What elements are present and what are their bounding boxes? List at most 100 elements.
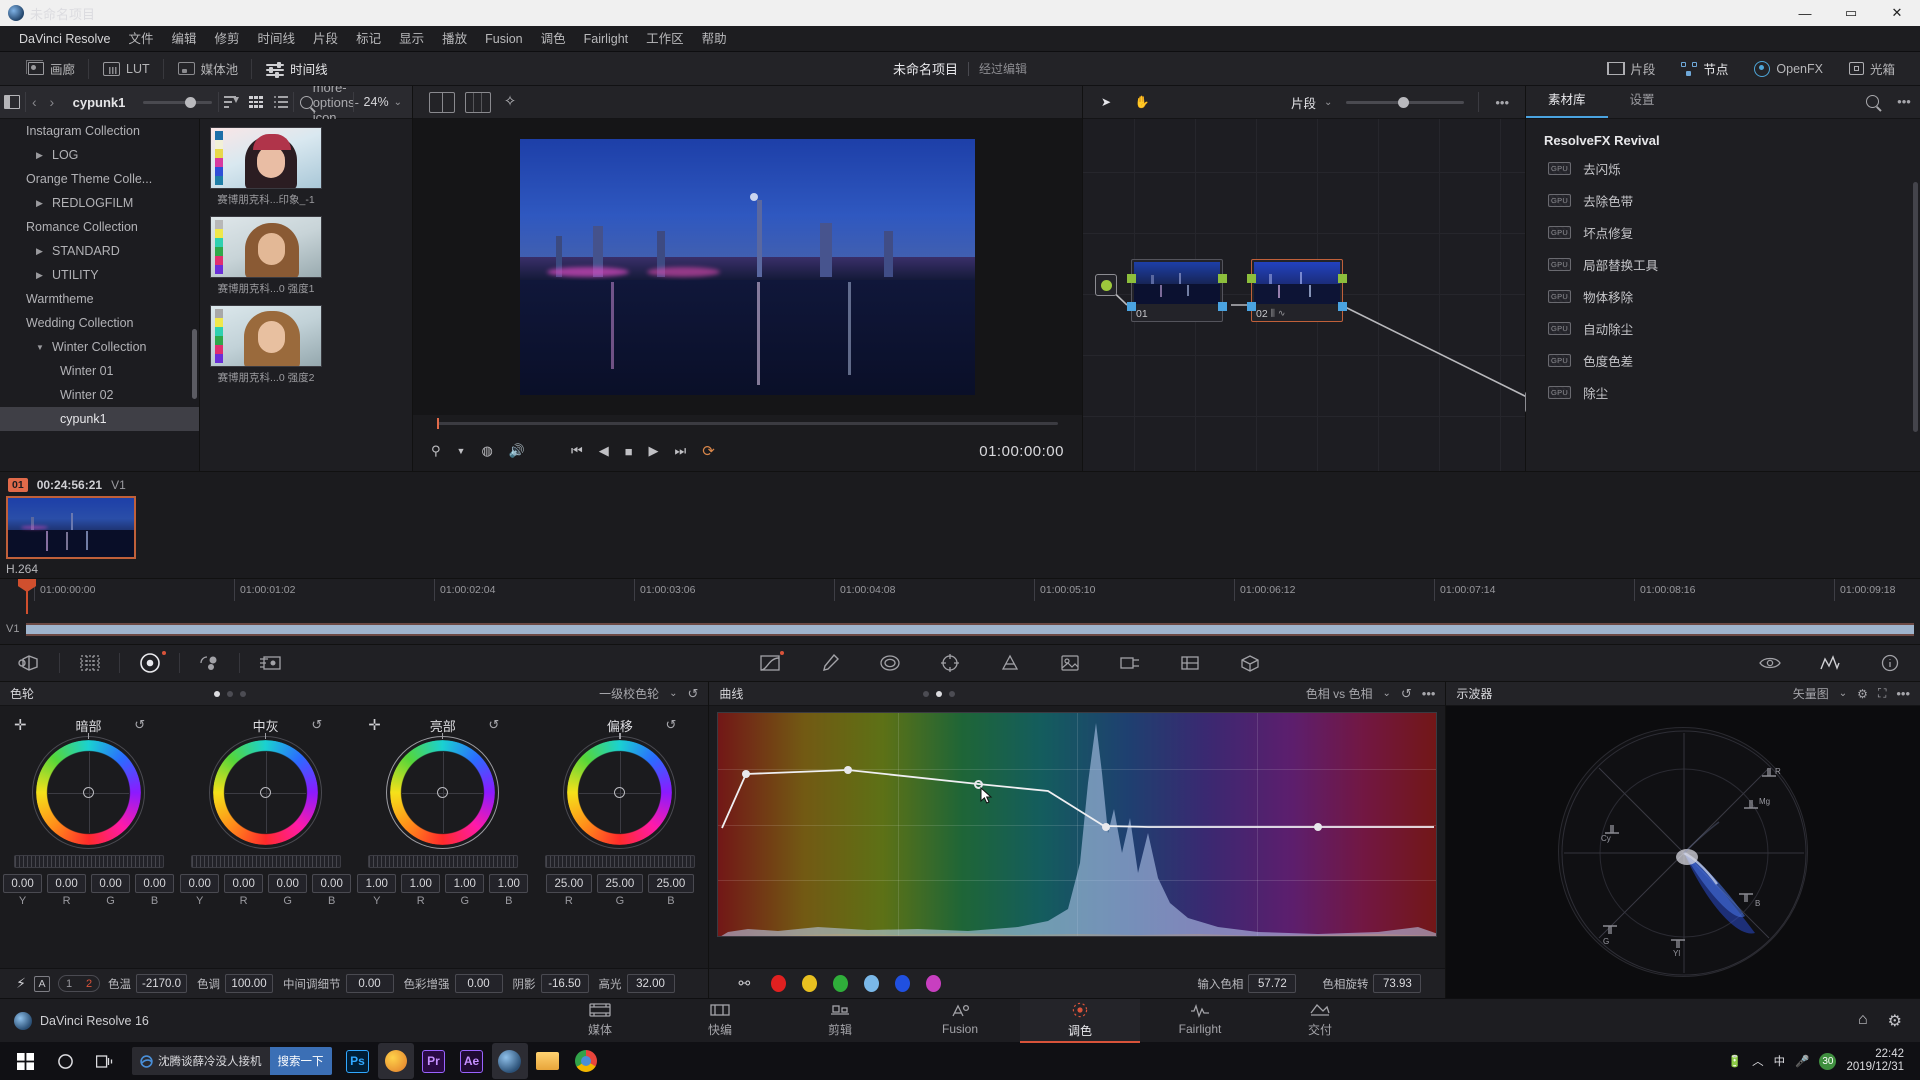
list-item[interactable]: Warmtheme bbox=[0, 287, 199, 311]
list-item[interactable]: 赛博朋克科...印象_-1 bbox=[210, 127, 322, 207]
page-dot[interactable] bbox=[214, 690, 221, 697]
timeline-clip-bar[interactable] bbox=[26, 622, 1914, 636]
list-item-selected[interactable]: cypunk1 bbox=[0, 407, 199, 431]
swatch-cyan[interactable] bbox=[864, 975, 880, 992]
fx-search-button[interactable] bbox=[1856, 85, 1888, 118]
tab-effects-library[interactable]: 素材库 bbox=[1526, 85, 1608, 118]
node-zoom-slider[interactable] bbox=[1346, 96, 1465, 108]
scopes-icon[interactable] bbox=[1800, 645, 1860, 681]
readout-value[interactable]: 57.72 bbox=[1248, 974, 1297, 993]
value-field[interactable]: 25.00 bbox=[545, 874, 592, 893]
grid-overlay-icon[interactable] bbox=[60, 645, 120, 681]
param-value[interactable]: 0.00 bbox=[454, 974, 503, 993]
scopes-mode[interactable]: 矢量图 bbox=[1793, 685, 1829, 702]
battery-icon[interactable]: 🔋 bbox=[1728, 1054, 1742, 1068]
list-item[interactable]: Winter 01 bbox=[0, 359, 199, 383]
page-dots[interactable] bbox=[214, 690, 247, 697]
node-toggle[interactable]: 节点 bbox=[1668, 52, 1741, 86]
menu-item-view[interactable]: 显示 bbox=[390, 26, 433, 52]
tab-fairlight[interactable]: Fairlight bbox=[1140, 999, 1260, 1043]
hand-tool-button[interactable]: ✋ bbox=[1127, 86, 1157, 119]
node-source[interactable] bbox=[1095, 274, 1117, 296]
timeline-toggle[interactable]: 时间线 bbox=[252, 56, 342, 82]
value-field[interactable]: 0.00 bbox=[180, 874, 220, 893]
search-text-group[interactable]: 沈腾谈薛冷没人接机 bbox=[132, 1053, 270, 1069]
raw-settings-icon[interactable] bbox=[240, 645, 300, 681]
node-input-port[interactable] bbox=[1247, 274, 1256, 283]
info-icon[interactable] bbox=[1860, 645, 1920, 681]
menu-item-workspace[interactable]: 工作区 bbox=[637, 26, 693, 52]
menu-item-resolve[interactable]: DaVinci Resolve bbox=[10, 26, 119, 52]
value-field[interactable]: 0.00 bbox=[91, 874, 131, 893]
node-key-output-port[interactable] bbox=[1218, 302, 1227, 311]
gallery-size-slider[interactable] bbox=[143, 96, 213, 108]
tab-media[interactable]: 媒体 bbox=[540, 999, 660, 1043]
lut-thumbnail[interactable] bbox=[210, 305, 322, 367]
reset-icon[interactable]: ↺ bbox=[134, 717, 145, 733]
node-02[interactable]: 02 ⫼ ∿ bbox=[1247, 259, 1347, 322]
stop-button[interactable]: ■ bbox=[625, 444, 633, 459]
openfx-toggle[interactable]: OpenFX bbox=[1741, 52, 1836, 86]
minimize-button[interactable]: — bbox=[1782, 0, 1828, 26]
value-field[interactable]: 0.00 bbox=[3, 874, 43, 893]
ime-indicator[interactable]: 中 bbox=[1774, 1053, 1786, 1069]
settings-icon[interactable]: ⚙ bbox=[1857, 687, 1868, 701]
menu-item-file[interactable]: 文件 bbox=[119, 26, 162, 52]
vectorscope[interactable]: R Mg Cy G B Yl bbox=[1558, 727, 1809, 977]
search-input[interactable]: 沈腾谈薛冷没人接机 bbox=[158, 1053, 262, 1069]
color-wheel[interactable] bbox=[32, 733, 146, 849]
param-value[interactable]: 32.00 bbox=[626, 974, 675, 993]
menu-item-timeline[interactable]: 时间线 bbox=[249, 26, 305, 52]
color-wheels-mode[interactable]: 一级校色轮 bbox=[599, 685, 659, 702]
list-item[interactable]: GPU 去除色带 bbox=[1536, 184, 1910, 216]
hue-vs-hue-curve[interactable] bbox=[717, 712, 1438, 937]
viewer-grid-mode-button[interactable] bbox=[465, 91, 491, 113]
notification-count[interactable]: 30 bbox=[1819, 1052, 1837, 1070]
selection-tool-button[interactable]: ➤ bbox=[1091, 86, 1121, 119]
settings-icon[interactable]: ⚙ bbox=[1888, 1011, 1902, 1031]
menu-item-playback[interactable]: 播放 bbox=[433, 26, 476, 52]
key-icon[interactable] bbox=[1100, 645, 1160, 681]
lut-toggle[interactable]: LUT bbox=[89, 56, 164, 82]
clip-thumbnail[interactable] bbox=[6, 496, 136, 559]
chevron-down-icon[interactable]: ⌄ bbox=[1382, 688, 1390, 699]
lut-thumbnail[interactable] bbox=[210, 127, 322, 189]
reset-icon[interactable]: ↺ bbox=[488, 717, 499, 733]
page-1-button[interactable]: 1 bbox=[59, 978, 79, 990]
lut-list-scrollbar[interactable] bbox=[192, 329, 197, 399]
home-icon[interactable]: ⌂ bbox=[1858, 1011, 1868, 1031]
list-item[interactable]: 赛博朋克科...0 强度2 bbox=[210, 305, 322, 385]
tab-color[interactable]: 调色 bbox=[1020, 998, 1140, 1043]
swatch-red[interactable] bbox=[771, 975, 787, 992]
tracker-icon[interactable] bbox=[920, 645, 980, 681]
highlight-icon[interactable] bbox=[1740, 645, 1800, 681]
chevron-right-icon[interactable]: ▶ bbox=[36, 198, 43, 209]
page-dot[interactable] bbox=[922, 690, 929, 697]
list-item[interactable]: GPU 自动除尘 bbox=[1536, 312, 1910, 344]
chevron-up-icon[interactable]: ︿ bbox=[1752, 1053, 1764, 1069]
gallery-grid-view-button[interactable] bbox=[244, 86, 269, 119]
enhance-icon[interactable]: ✧ bbox=[501, 93, 519, 111]
search-go-button[interactable]: 搜索一下 bbox=[269, 1047, 332, 1075]
premiere-icon[interactable]: Pr bbox=[416, 1043, 452, 1079]
list-item[interactable]: ▶ LOG bbox=[0, 143, 199, 167]
davinci-icon[interactable] bbox=[491, 1043, 528, 1079]
eyedropper-icon[interactable]: ⚲ bbox=[431, 443, 441, 459]
auto-color-button[interactable]: A bbox=[34, 975, 50, 992]
tab-deliver[interactable]: 交付 bbox=[1260, 999, 1380, 1043]
stabilizer-3d-icon[interactable] bbox=[1220, 645, 1280, 681]
menu-item-help[interactable]: 帮助 bbox=[693, 26, 736, 52]
value-field[interactable]: 0.00 bbox=[47, 874, 87, 893]
list-item[interactable]: GPU 局部替换工具 bbox=[1536, 248, 1910, 280]
list-item[interactable]: Winter 02 bbox=[0, 383, 199, 407]
readout-value[interactable]: 73.93 bbox=[1373, 974, 1422, 993]
node-input-port[interactable] bbox=[1127, 274, 1136, 283]
menu-item-fairlight[interactable]: Fairlight bbox=[575, 26, 637, 52]
curve-picker-icon[interactable]: ⚯ bbox=[731, 975, 757, 992]
color-wheel[interactable] bbox=[209, 733, 323, 849]
reset-icon[interactable]: ↺ bbox=[666, 717, 677, 733]
scrubber-playhead[interactable] bbox=[437, 417, 439, 429]
chevron-down-icon[interactable]: ⌄ bbox=[669, 688, 677, 699]
value-field[interactable]: 25.00 bbox=[596, 874, 643, 893]
scrubber-track[interactable] bbox=[437, 417, 1058, 429]
